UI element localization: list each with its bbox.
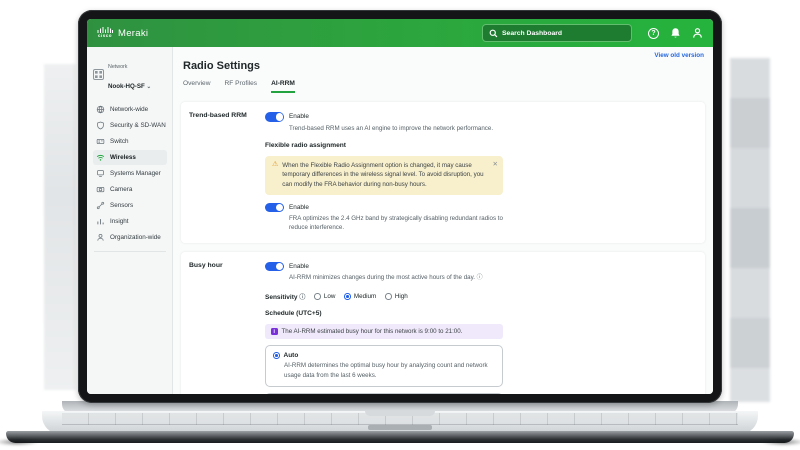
search-dashboard-box[interactable]: [482, 24, 632, 42]
radio-selected-icon: [344, 293, 351, 300]
app-body: Network Nook-HQ-SF ⌄ Network-wide Securi…: [87, 47, 713, 394]
sidebar-divider: [94, 251, 166, 252]
page-title: Radio Settings: [183, 60, 261, 72]
network-name: Nook-HQ-SF ⌄: [108, 83, 152, 90]
info-square-icon: i: [271, 328, 278, 335]
sensitivity-option-high[interactable]: High: [385, 293, 408, 300]
wifi-icon: [96, 153, 105, 162]
topbar-icons: ?: [648, 27, 703, 39]
laptop-lid-notch: [365, 411, 435, 416]
switch-icon: [96, 137, 105, 146]
busy-hour-card: Busy hour Enable AI-RRM minimizes change…: [181, 251, 705, 394]
background-reflection-right: [730, 58, 770, 402]
laptop-foot-shadow-left: [0, 438, 40, 446]
notifications-bell-icon[interactable]: [670, 27, 681, 39]
sidebar-item-sensors[interactable]: Sensors: [93, 198, 167, 213]
sidebar-item-network-wide[interactable]: Network-wide: [93, 102, 167, 117]
sidebar-item-switch[interactable]: Switch: [93, 134, 167, 149]
cisco-wordmark: cisco: [97, 33, 112, 39]
search-input[interactable]: [502, 29, 625, 37]
schedule-option-manual[interactable]: Manual: [265, 392, 503, 394]
trend-rrm-enable-toggle[interactable]: [265, 112, 284, 122]
cisco-meraki-logo: cisco Meraki: [97, 27, 148, 39]
fra-enable-toggle[interactable]: [265, 202, 284, 213]
network-selector-label: Network: [108, 64, 128, 70]
busy-hour-info-text: The AI-RRM estimated busy hour for this …: [281, 328, 463, 336]
sidebar: Network Nook-HQ-SF ⌄ Network-wide Securi…: [87, 47, 173, 394]
busy-hour-label: Busy hour: [189, 261, 223, 269]
sidebar-item-camera[interactable]: Camera: [93, 182, 167, 197]
laptop-foot-shadow-right: [760, 438, 800, 446]
info-icon[interactable]: ⓘ: [477, 275, 483, 281]
network-grid-icon: [93, 68, 104, 80]
bar-chart-icon: [96, 217, 105, 226]
fra-heading: Flexible radio assignment: [265, 141, 346, 149]
globe-icon: [96, 105, 105, 114]
view-old-version-link[interactable]: View old version: [654, 52, 704, 59]
main-content: View old version Radio Settings Overview…: [173, 47, 713, 394]
tab-overview[interactable]: Overview: [183, 80, 210, 93]
busy-hour-enable-label: Enable: [289, 262, 309, 270]
organization-icon: [96, 233, 105, 242]
busy-hour-enable-toggle[interactable]: [265, 261, 284, 272]
busy-hour-description: AI-RRM minimizes changes during the most…: [289, 274, 483, 282]
radio-selected-icon: [273, 352, 280, 359]
sensitivity-label: Sensitivity ⓘ: [265, 294, 306, 302]
warning-icon: ⚠: [272, 160, 279, 168]
sensitivity-option-medium[interactable]: Medium: [344, 293, 376, 300]
shield-icon: [96, 121, 105, 130]
laptop-trackpad: [368, 425, 432, 430]
background-reflection-left: [44, 64, 76, 390]
fra-description: FRA optimizes the 2.4 GHz band by strate…: [289, 215, 503, 232]
chevron-down-icon: ⌄: [146, 84, 152, 90]
devices-icon: [96, 169, 105, 178]
help-icon[interactable]: ?: [648, 27, 659, 39]
search-icon: [489, 29, 498, 37]
schedule-heading: Schedule (UTC+5): [265, 310, 322, 318]
top-navbar: cisco Meraki ?: [87, 19, 713, 47]
tab-rf-profiles[interactable]: RF Profiles: [224, 80, 257, 93]
radio-icon: [314, 293, 321, 300]
fra-enable-label: Enable: [289, 203, 309, 211]
sensitivity-option-low[interactable]: Low: [314, 293, 335, 300]
sidebar-item-security-sd-wan[interactable]: Security & SD-WAN: [93, 118, 167, 133]
tab-bar: Overview RF Profiles AI-RRM: [183, 80, 707, 93]
fra-warning-text: When the Flexible Radio Assignment optio…: [282, 161, 484, 189]
scene: cisco Meraki ?: [0, 0, 800, 450]
trend-rrm-label: Trend-based RRM: [189, 112, 247, 119]
info-icon[interactable]: ⓘ: [299, 295, 305, 301]
trend-based-rrm-card: Trend-based RRM Enable Trend-based RRM u…: [181, 102, 705, 243]
camera-icon: [96, 185, 105, 194]
account-icon[interactable]: [692, 27, 703, 39]
sidebar-item-insight[interactable]: Insight: [93, 214, 167, 229]
trend-rrm-description: Trend-based RRM uses an AI engine to imp…: [289, 124, 494, 132]
busy-hour-info-banner: i The AI-RRM estimated busy hour for thi…: [265, 324, 503, 340]
network-selector[interactable]: Network Nook-HQ-SF ⌄: [93, 54, 167, 94]
schedule-option-auto[interactable]: Auto AI-RRM determines the optimal busy …: [265, 345, 503, 387]
radio-icon: [385, 293, 392, 300]
meraki-wordmark: Meraki: [118, 27, 149, 39]
dashboard-window: cisco Meraki ?: [87, 19, 713, 394]
sensor-icon: [96, 201, 105, 210]
fra-warning-banner: ⚠ When the Flexible Radio Assignment opt…: [265, 155, 503, 195]
auto-option-description: AI-RRM determines the optimal busy hour …: [284, 362, 488, 379]
laptop-screen-bezel: cisco Meraki ?: [78, 10, 722, 403]
close-icon[interactable]: ✕: [493, 160, 498, 170]
sidebar-item-organization-wide[interactable]: Organization-wide: [93, 230, 167, 245]
cisco-logo-icon: cisco: [97, 27, 113, 39]
sensitivity-row: Sensitivity ⓘ Low Medium High: [265, 292, 503, 301]
trend-rrm-enable-label: Enable: [289, 113, 309, 121]
tab-ai-rrm[interactable]: AI-RRM: [271, 80, 295, 93]
sidebar-item-wireless[interactable]: Wireless: [93, 150, 167, 165]
sidebar-item-systems-manager[interactable]: Systems Manager: [93, 166, 167, 181]
laptop-bottom-edge: [6, 431, 794, 443]
